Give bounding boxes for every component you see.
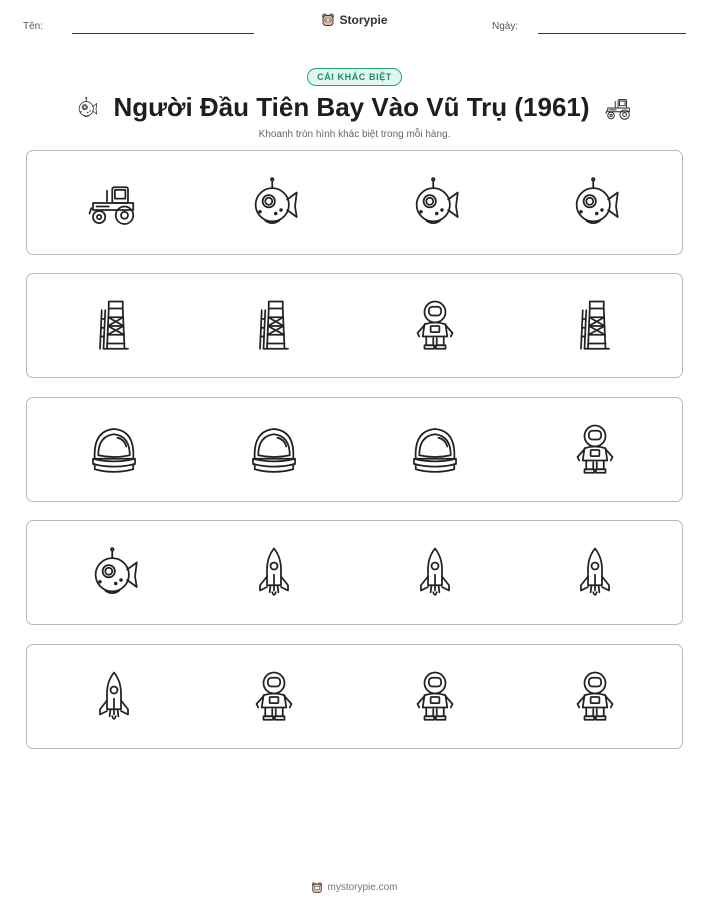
brand-name: Storypie (339, 12, 388, 27)
astronaut-icon[interactable] (395, 645, 475, 748)
submarine-icon[interactable] (74, 521, 154, 624)
astronaut-icon[interactable] (234, 645, 314, 748)
rocket-icon[interactable] (74, 645, 154, 748)
puzzle-row (26, 520, 683, 625)
submarine-icon[interactable] (395, 151, 475, 254)
submarine-icon[interactable] (234, 151, 314, 254)
space-helmet-icon[interactable] (395, 398, 475, 501)
puzzle-row (26, 644, 683, 749)
space-helmet-icon[interactable] (74, 398, 154, 501)
astronaut-icon[interactable] (555, 645, 635, 748)
launch-tower-icon[interactable] (234, 274, 314, 377)
date-line[interactable] (538, 33, 686, 34)
footer-url: mystorypie.com (327, 882, 398, 893)
puzzle-row (26, 397, 683, 502)
instruction-text: Khoanh tròn hình khác biệt trong mỗi hàn… (258, 129, 451, 140)
submarine-icon[interactable] (555, 151, 635, 254)
page-title: Người Đầu Tiên Bay Vào Vũ Trụ (1961) (113, 92, 590, 122)
launch-tower-icon[interactable] (74, 274, 154, 377)
space-helmet-icon[interactable] (234, 398, 314, 501)
puzzle-row (26, 273, 683, 378)
rocket-icon[interactable] (234, 521, 314, 624)
launch-tower-icon[interactable] (555, 274, 635, 377)
name-line[interactable] (72, 33, 254, 34)
brand-logo: Storypie (0, 12, 709, 32)
rocket-icon[interactable] (395, 521, 475, 624)
tractor-icon[interactable] (74, 151, 154, 254)
astronaut-icon[interactable] (555, 398, 635, 501)
rocket-icon[interactable] (555, 521, 635, 624)
title-row: Người Đầu Tiên Bay Vào Vũ Trụ (1961) (0, 92, 709, 123)
puzzle-row (26, 150, 683, 255)
storypie-mascot-icon (311, 881, 323, 894)
title-submarine-icon (75, 96, 99, 120)
activity-badge: CÁI KHÁC BIỆT (307, 68, 402, 86)
date-label: Ngày: (492, 21, 519, 32)
title-tractor-icon (604, 93, 634, 123)
footer: mystorypie.com (0, 881, 709, 899)
astronaut-icon[interactable] (395, 274, 475, 377)
storypie-mascot-icon (321, 12, 335, 27)
